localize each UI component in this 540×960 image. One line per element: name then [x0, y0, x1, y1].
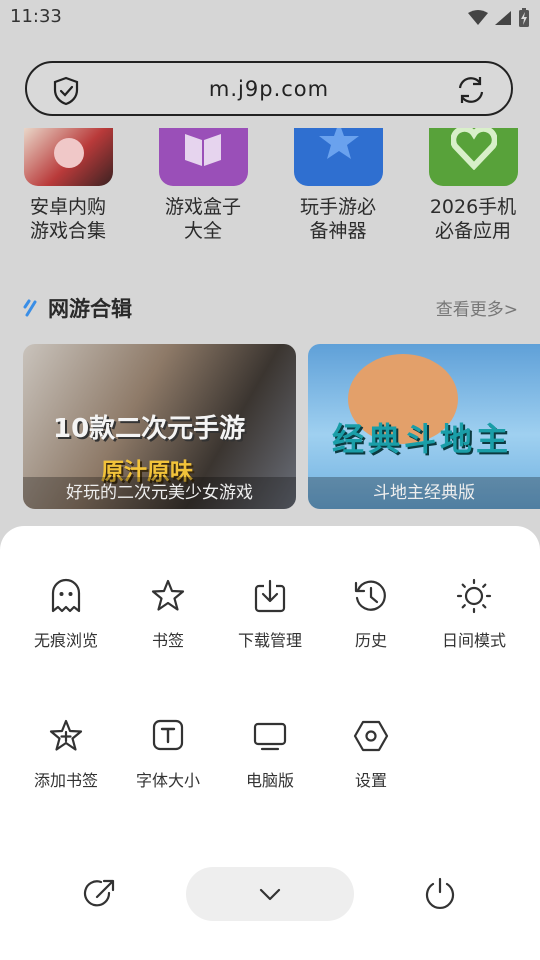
collapse-menu-button[interactable] — [186, 867, 354, 921]
download-icon — [254, 579, 286, 613]
menu-label: 无痕浏览 — [33, 631, 98, 650]
star-badge-icon — [318, 128, 359, 159]
app-grid: 安卓内购 游戏合集 游戏盒子 大全 玩手游必 备神器 2026手机 必备应用 — [0, 128, 540, 246]
menu-item-bookmarks[interactable]: 书签 — [114, 578, 222, 651]
sun-icon — [456, 578, 492, 614]
app-label: 玩手游必 备神器 — [278, 195, 398, 243]
app-label-line: 必备应用 — [434, 220, 511, 242]
card-overlay-title: 10款二次元手游 — [53, 414, 246, 444]
menu-label: 电脑版 — [245, 771, 294, 790]
menu-item-desktop-version[interactable]: 电脑版 — [216, 718, 324, 791]
card-caption: 好玩的二次元美少女游戏 — [23, 477, 296, 509]
menu-item-downloads[interactable]: 下载管理 — [216, 578, 324, 651]
card-overlay-title: 经典斗地主 — [332, 420, 513, 458]
menu-label: 书签 — [151, 631, 184, 650]
menu-item-day-mode[interactable]: 日间模式 — [420, 578, 528, 651]
app-item[interactable]: 安卓内购 游戏合集 — [8, 128, 128, 243]
app-label-line: 游戏盒子 — [164, 196, 241, 218]
menu-label: 下载管理 — [237, 631, 302, 650]
share-icon[interactable] — [83, 877, 117, 911]
settings-icon — [353, 720, 389, 752]
heart-check-icon — [450, 128, 497, 170]
status-bar: 11:33 — [0, 0, 540, 36]
app-label-line: 大全 — [183, 220, 222, 242]
menu-item-settings[interactable]: 设置 — [317, 718, 425, 791]
app-icon[interactable] — [428, 128, 518, 186]
menu-item-font-size[interactable]: 字体大小 — [114, 718, 222, 791]
font-size-icon — [152, 719, 184, 751]
signal-icon — [495, 11, 511, 25]
menu-label: 添加书签 — [33, 771, 98, 790]
menu-item-incognito[interactable]: 无痕浏览 — [12, 578, 120, 651]
bottom-menu-sheet: 无痕浏览 书签 下载管理 历史 日间模式 添加书签 字体大小 电脑版 设置 — [0, 526, 540, 960]
app-label-line: 玩手游必 — [299, 196, 376, 218]
monitor-icon — [253, 722, 287, 751]
wifi-icon — [468, 10, 488, 25]
app-label-line: 2026手机 — [429, 196, 517, 218]
app-item[interactable]: 玩手游必 备神器 — [278, 128, 398, 243]
app-icon[interactable] — [23, 128, 113, 186]
url-text[interactable]: m.j9p.com — [27, 77, 511, 101]
app-label-line: 游戏合集 — [29, 220, 106, 242]
game-card[interactable]: 经典斗地主 斗地主经典版 — [308, 344, 540, 509]
chevron-down-icon — [259, 888, 281, 901]
menu-label: 设置 — [354, 771, 387, 790]
menu-label: 字体大小 — [135, 771, 200, 790]
app-label-line: 备神器 — [309, 220, 367, 242]
power-icon[interactable] — [423, 877, 457, 911]
game-card[interactable]: 10款二次元手游 原汁原味 好玩的二次元美少女游戏 — [23, 344, 296, 509]
star-icon — [151, 579, 185, 611]
app-icon[interactable] — [293, 128, 383, 186]
app-icon[interactable] — [158, 128, 248, 186]
section-marker-icon — [23, 299, 37, 317]
card-caption: 斗地主经典版 — [308, 477, 540, 509]
app-label-line: 安卓内购 — [29, 196, 106, 218]
app-item[interactable]: 2026手机 必备应用 — [413, 128, 533, 243]
menu-item-add-bookmark[interactable]: 添加书签 — [12, 718, 120, 791]
menu-item-history[interactable]: 历史 — [317, 578, 425, 651]
ghost-icon — [51, 578, 81, 613]
app-label: 安卓内购 游戏合集 — [8, 195, 128, 243]
menu-label: 历史 — [354, 631, 387, 650]
see-more-link[interactable]: 查看更多> — [436, 295, 518, 320]
history-icon — [354, 580, 386, 611]
star-plus-icon — [49, 719, 83, 751]
app-label: 2026手机 必备应用 — [413, 195, 533, 243]
book-icon — [184, 134, 221, 166]
refresh-icon[interactable] — [455, 75, 487, 105]
app-item[interactable]: 游戏盒子 大全 — [143, 128, 263, 243]
address-bar[interactable]: m.j9p.com — [25, 61, 513, 116]
status-time: 11:33 — [10, 6, 62, 27]
battery-icon — [519, 8, 529, 27]
section-title: 网游合辑 — [48, 297, 132, 321]
system-icons — [468, 8, 530, 28]
menu-label: 日间模式 — [441, 631, 506, 650]
app-label: 游戏盒子 大全 — [143, 195, 263, 243]
